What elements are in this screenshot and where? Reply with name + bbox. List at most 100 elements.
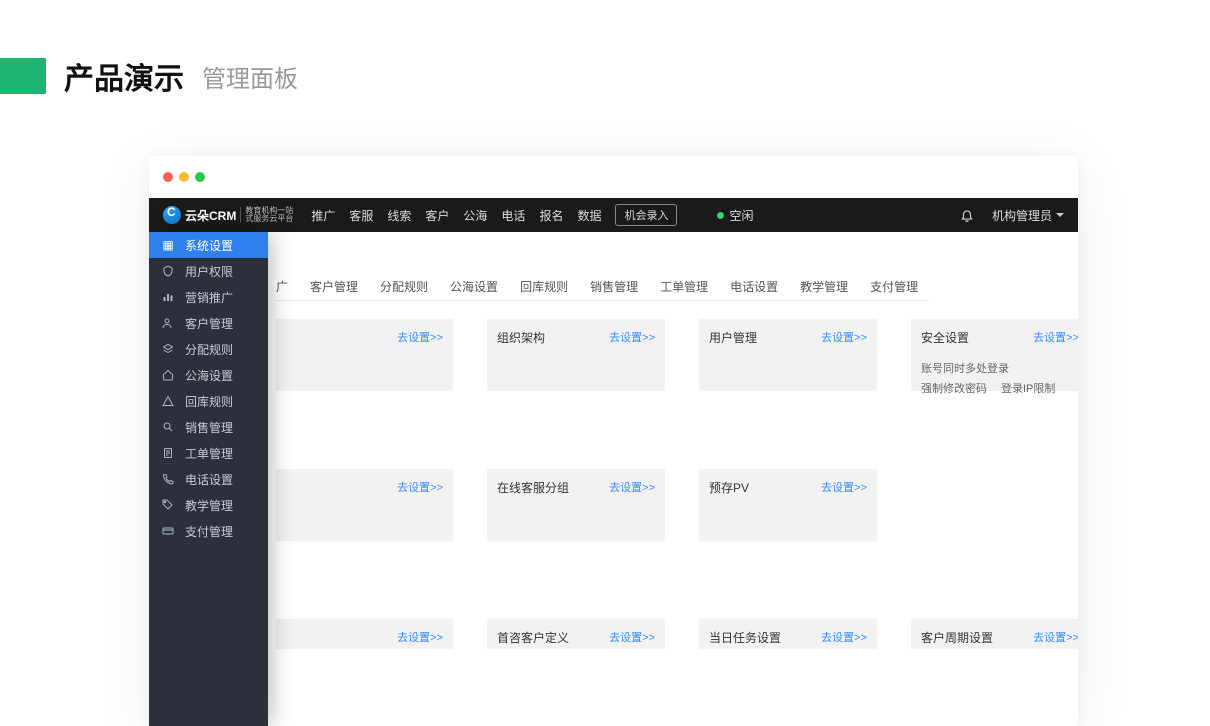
topnav-item[interactable]: 数据 <box>577 207 601 224</box>
card-sub-items: 账号同时多处登录 强制修改密码 登录IP限制 <box>921 360 1078 396</box>
settings-card-user-mgmt: 用户管理 去设置>> <box>699 319 877 391</box>
settings-card-daily-task: 当日任务设置 去设置>> <box>699 619 877 649</box>
settings-card-online-group: 在线客服分组 去设置>> <box>487 469 665 541</box>
sidebar-item-ticket-mgmt[interactable]: 工单管理 <box>149 440 268 466</box>
tab-item[interactable]: 广 <box>275 272 299 301</box>
section-gap <box>275 391 1038 449</box>
card-title: 在线客服分组 <box>497 481 569 495</box>
topbar-right: 机构管理员 <box>960 207 1064 224</box>
sidebar-item-label: 营销推广 <box>185 289 233 306</box>
person-icon <box>161 316 175 330</box>
tag-icon <box>161 498 175 512</box>
logo-icon <box>163 206 181 224</box>
status-indicator: 空闲 <box>717 207 753 224</box>
sidebar-item-marketing[interactable]: 营销推广 <box>149 284 268 310</box>
logo-tagline: 教育机构一站 式服务云平台 <box>240 207 293 223</box>
go-settings-link[interactable]: 去设置>> <box>609 479 655 495</box>
sidebar-item-teaching-mgmt[interactable]: 教学管理 <box>149 492 268 518</box>
topnav-item[interactable]: 电话 <box>501 207 525 224</box>
layers-icon <box>161 342 175 356</box>
cards-row-1: 去设置>> 组织架构 去设置>> 用户管理 去设置>> 安全设置 去设置>> 账… <box>275 319 1038 391</box>
sidebar-item-label: 教学管理 <box>185 497 233 514</box>
go-settings-link[interactable]: 去设置>> <box>609 329 655 345</box>
tab-item[interactable]: 教学管理 <box>789 272 859 301</box>
card-title: 首咨客户定义 <box>497 631 569 645</box>
card-title: 预存PV <box>709 481 749 495</box>
sidebar-item-label: 回库规则 <box>185 393 233 410</box>
go-settings-link[interactable]: 去设置>> <box>397 479 443 495</box>
page-title-sub: 管理面板 <box>202 59 298 94</box>
topnav-item[interactable]: 推广 <box>311 207 335 224</box>
card-sub-item: 强制修改密码 <box>921 380 987 396</box>
logo-tagline-2: 式服务云平台 <box>245 215 293 223</box>
tab-item[interactable]: 公海设置 <box>439 272 509 301</box>
topnav-item[interactable]: 线索 <box>387 207 411 224</box>
chevron-down-icon <box>1056 213 1064 217</box>
minimize-dot-icon[interactable] <box>179 172 189 182</box>
sidebar-item-return-rules[interactable]: 回库规则 <box>149 388 268 414</box>
sidebar-item-label: 销售管理 <box>185 419 233 436</box>
record-button[interactable]: 机会录入 <box>615 204 677 226</box>
tab-item[interactable]: 工单管理 <box>649 272 719 301</box>
bell-icon[interactable] <box>960 208 974 222</box>
go-settings-link[interactable]: 去设置>> <box>397 629 443 645</box>
settings-card-first-consult: 首咨客户定义 去设置>> <box>487 619 665 649</box>
card-title: 当日任务设置 <box>709 631 781 645</box>
section-gap <box>275 541 1038 599</box>
maximize-dot-icon[interactable] <box>195 172 205 182</box>
status-label: 空闲 <box>729 207 753 224</box>
topnav-item[interactable]: 公海 <box>463 207 487 224</box>
sidebar-item-user-permissions[interactable]: 用户权限 <box>149 258 268 284</box>
settings-card-org: 组织架构 去设置>> <box>487 319 665 391</box>
user-label: 机构管理员 <box>992 207 1052 224</box>
topnav-item[interactable]: 客服 <box>349 207 373 224</box>
app-window: 云朵CRM 教育机构一站 式服务云平台 推广 客服 线索 客户 公海 电话 报名… <box>149 156 1078 726</box>
tab-item[interactable]: 支付管理 <box>859 272 929 301</box>
card-title: 组织架构 <box>497 331 545 345</box>
page-title-main: 产品演示 <box>64 54 184 98</box>
bars-icon <box>161 290 175 304</box>
sidebar-item-system-settings[interactable]: ▦ 系统设置 <box>149 232 268 258</box>
tab-item[interactable]: 电话设置 <box>719 272 789 301</box>
tab-item[interactable]: 分配规则 <box>369 272 439 301</box>
card-sub-item: 账号同时多处登录 <box>921 360 1009 376</box>
sidebar-item-label: 电话设置 <box>185 471 233 488</box>
sidebar-item-label: 用户权限 <box>185 263 233 280</box>
tab-item[interactable]: 回库规则 <box>509 272 579 301</box>
sidebar-item-customer-mgmt[interactable]: 客户管理 <box>149 310 268 336</box>
go-settings-link[interactable]: 去设置>> <box>609 629 655 645</box>
window-controls <box>149 156 1078 198</box>
card-title: 客户周期设置 <box>921 631 993 645</box>
go-settings-link[interactable]: 去设置>> <box>821 329 867 345</box>
search-icon <box>161 420 175 434</box>
tab-item[interactable]: 销售管理 <box>579 272 649 301</box>
status-dot-icon <box>717 212 724 219</box>
go-settings-link[interactable]: 去设置>> <box>821 479 867 495</box>
sidebar-item-sales-mgmt[interactable]: 销售管理 <box>149 414 268 440</box>
topnav-item[interactable]: 报名 <box>539 207 563 224</box>
cards-row-3: 去设置>> 首咨客户定义 去设置>> 当日任务设置 去设置>> 客户周期设置 去… <box>275 619 1038 649</box>
go-settings-link[interactable]: 去设置>> <box>821 629 867 645</box>
go-settings-link[interactable]: 去设置>> <box>397 329 443 345</box>
file-icon <box>161 446 175 460</box>
sidebar-item-label: 支付管理 <box>185 523 233 540</box>
sidebar-item-label: 系统设置 <box>185 237 233 254</box>
go-settings-link[interactable]: 去设置>> <box>1033 329 1078 345</box>
topnav-item[interactable]: 客户 <box>425 207 449 224</box>
house-icon <box>161 368 175 382</box>
logo-text: 云朵CRM <box>185 207 236 224</box>
sidebar-item-sea-settings[interactable]: 公海设置 <box>149 362 268 388</box>
tabs: 广 客户管理 分配规则 公海设置 回库规则 销售管理 工单管理 电话设置 教学管… <box>275 272 1038 301</box>
sidebar-item-payment-mgmt[interactable]: 支付管理 <box>149 518 268 544</box>
body-area: ▦ 系统设置 用户权限 营销推广 客户管理 <box>149 232 1078 726</box>
sidebar-item-label: 公海设置 <box>185 367 233 384</box>
close-dot-icon[interactable] <box>163 172 173 182</box>
user-menu[interactable]: 机构管理员 <box>992 207 1064 224</box>
tab-item[interactable]: 客户管理 <box>299 272 369 301</box>
sidebar-item-phone-settings[interactable]: 电话设置 <box>149 466 268 492</box>
card-icon <box>161 524 175 538</box>
shield-icon <box>161 264 175 278</box>
sidebar-item-label: 客户管理 <box>185 315 233 332</box>
sidebar-item-allocation-rules[interactable]: 分配规则 <box>149 336 268 362</box>
go-settings-link[interactable]: 去设置>> <box>1033 629 1078 645</box>
